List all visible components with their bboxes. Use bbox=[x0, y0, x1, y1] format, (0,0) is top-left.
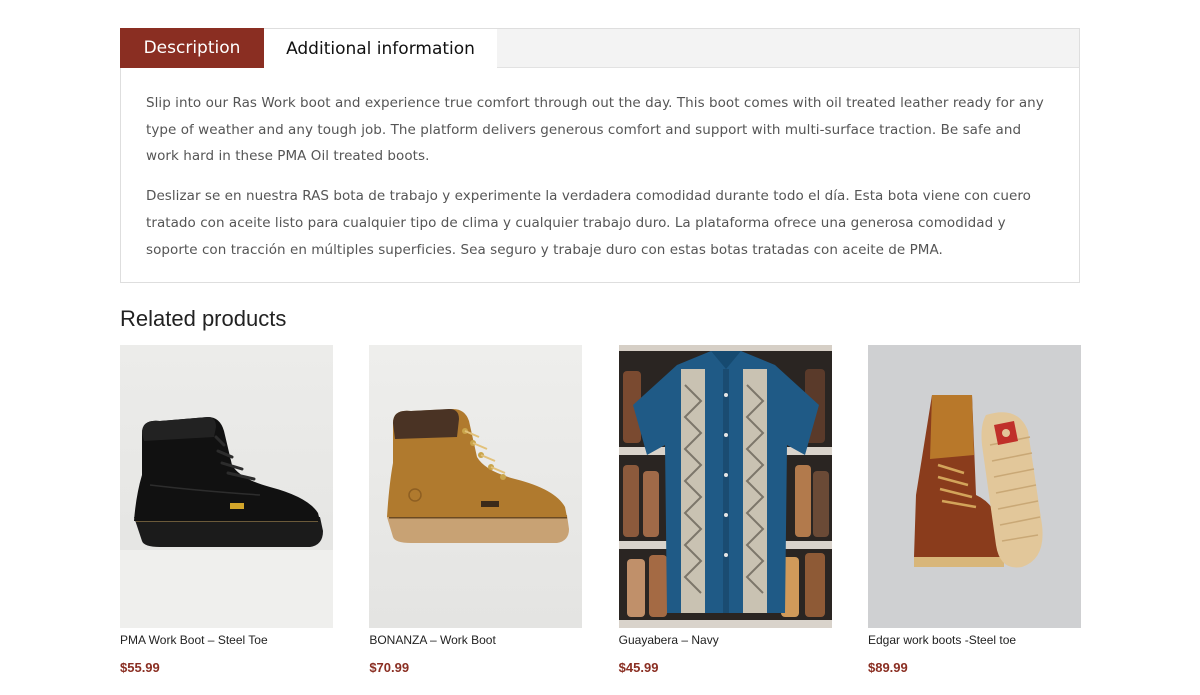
product-name[interactable]: Guayabera – Navy bbox=[619, 633, 832, 647]
product-price: $45.99 bbox=[618, 660, 659, 675]
product-name[interactable]: PMA Work Boot – Steel Toe bbox=[120, 633, 333, 647]
product-image-tan-boot[interactable] bbox=[369, 345, 583, 628]
tab-bar: Description Additional information bbox=[120, 28, 1080, 68]
related-products-heading: Related products bbox=[120, 306, 287, 331]
product-image-black-boot[interactable] bbox=[120, 345, 333, 628]
product-image-brown-boots[interactable] bbox=[867, 345, 1081, 628]
product-price: $55.99 bbox=[120, 660, 160, 675]
product-card[interactable]: BONANZA – Work Boot $70.99 bbox=[369, 345, 583, 675]
product-card[interactable]: PMA Work Boot – Steel Toe $55.99 bbox=[120, 345, 333, 675]
description-paragraph-english: Slip into our Ras Work boot and experien… bbox=[146, 95, 1044, 165]
tab-additional-information[interactable]: Additional information bbox=[264, 28, 497, 68]
product-card[interactable]: Edgar work boots -Steel toe $89.99 bbox=[867, 345, 1081, 675]
product-name[interactable]: Edgar work boots -Steel toe bbox=[868, 633, 1081, 647]
product-name[interactable]: BONANZA – Work Boot bbox=[369, 633, 582, 647]
product-image-guayabera[interactable] bbox=[618, 345, 832, 628]
product-price: $89.99 bbox=[867, 660, 908, 675]
description-panel: Slip into our Ras Work boot and experien… bbox=[120, 68, 1080, 283]
description-paragraph-spanish: Deslizar se en nuestra RAS bota de traba… bbox=[146, 188, 1031, 258]
product-card[interactable]: Guayabera – Navy $45.99 bbox=[618, 345, 832, 675]
product-tabs: Description Additional information Slip … bbox=[120, 28, 1080, 283]
product-price: $70.99 bbox=[369, 660, 410, 675]
tab-description[interactable]: Description bbox=[120, 28, 264, 68]
related-products-grid: PMA Work Boot – Steel Toe $55.99 BONANZA… bbox=[120, 345, 1081, 675]
